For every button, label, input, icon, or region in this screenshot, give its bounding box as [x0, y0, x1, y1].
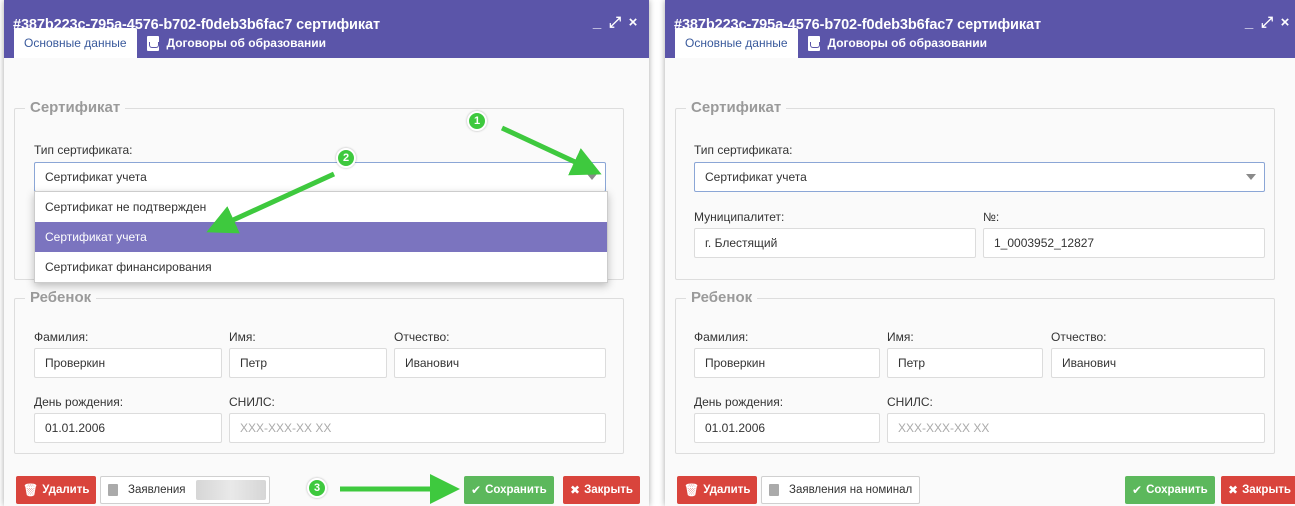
delete-button-label: Удалить: [703, 484, 751, 496]
certificate-type-select[interactable]: Сертификат учета: [34, 162, 606, 192]
municipality-input[interactable]: г. Блестящий: [694, 228, 976, 258]
window-controls: _ ⤢ ×: [591, 14, 639, 31]
certificate-window-right: #387b223c-795a-4576-b702-f0deb3b6fac7 се…: [665, 0, 1295, 506]
birthday-label: День рождения:: [34, 395, 124, 409]
certificate-type-select[interactable]: Сертификат учета: [694, 162, 1265, 192]
tab-contracts-label: Договоры об образовании: [827, 36, 988, 50]
surname-label: Фамилия:: [694, 330, 749, 344]
surname-input[interactable]: Проверкин: [34, 348, 222, 378]
caret-down-icon[interactable]: [1246, 174, 1256, 180]
check-icon: ✔: [471, 483, 482, 497]
window-body: Сертификат Тип сертификата: Сертификат у…: [665, 58, 1295, 506]
file-icon: [769, 484, 779, 496]
caret-down-icon[interactable]: [587, 174, 597, 180]
close-icon[interactable]: ×: [1279, 14, 1291, 31]
close-x-icon: ✖: [1228, 483, 1239, 497]
pdf-icon: [807, 35, 820, 51]
close-button-label: Закрыть: [584, 484, 633, 496]
certificate-legend: Сертификат: [686, 99, 787, 116]
patronymic-label: Отчество:: [394, 330, 450, 344]
window-body: Сертификат Тип сертификата: Сертификат у…: [4, 58, 649, 506]
certificate-legend: Сертификат: [25, 99, 126, 116]
applications-button-label: Заявления на номинал: [789, 484, 913, 496]
name-label: Имя:: [229, 330, 256, 344]
certificate-type-value: Сертификат учета: [705, 170, 807, 184]
save-button[interactable]: ✔ Сохранить: [1125, 476, 1215, 504]
window-footer: 🗑 Удалить Заявления на номинал ✔ Сохрани…: [665, 462, 1295, 506]
save-button-label: Сохранить: [1146, 484, 1208, 496]
name-input[interactable]: Петр: [229, 348, 387, 378]
blurred-region: [196, 480, 266, 500]
close-button[interactable]: ✖ Закрыть: [1221, 476, 1295, 504]
tab-main-data[interactable]: Основные данные: [675, 28, 798, 58]
file-icon: [108, 484, 118, 496]
close-button[interactable]: ✖ Закрыть: [563, 476, 640, 504]
birthday-input[interactable]: 01.01.2006: [34, 413, 222, 443]
tab-bar: Основные данные Договоры об образовании: [675, 28, 997, 58]
birthday-input[interactable]: 01.01.2006: [694, 413, 880, 443]
option-accounting[interactable]: Сертификат учета: [35, 222, 607, 252]
child-legend: Ребенок: [686, 289, 758, 306]
number-label: №:: [983, 210, 1000, 224]
certificate-type-dropdown: Сертификат не подтвержден Сертификат уче…: [34, 191, 608, 283]
tab-contracts[interactable]: Договоры об образовании: [137, 28, 337, 58]
save-button[interactable]: ✔ Сохранить: [464, 476, 554, 504]
delete-button[interactable]: 🗑 Удалить: [16, 476, 97, 504]
tab-main-data[interactable]: Основные данные: [14, 28, 137, 58]
minimize-icon[interactable]: _: [1243, 14, 1255, 31]
close-x-icon: ✖: [570, 483, 581, 497]
certificate-type-label: Тип сертификата:: [694, 143, 793, 157]
close-button-label: Закрыть: [1242, 484, 1291, 496]
municipality-label: Муниципалитет:: [694, 210, 785, 224]
patronymic-label: Отчество:: [1051, 330, 1107, 344]
window-titlebar: #387b223c-795a-4576-b702-f0deb3b6fac7 се…: [4, 0, 649, 58]
maximize-icon[interactable]: ⤢: [609, 14, 621, 31]
surname-input[interactable]: Проверкин: [694, 348, 880, 378]
number-input[interactable]: 1_0003952_12827: [983, 228, 1265, 258]
birthday-label: День рождения:: [694, 395, 784, 409]
applications-button[interactable]: Заявления: [100, 476, 270, 504]
check-icon: ✔: [1132, 483, 1143, 497]
applications-button-label: Заявления: [128, 484, 186, 496]
delete-button-label: Удалить: [42, 484, 90, 496]
snils-label: СНИЛС:: [887, 395, 933, 409]
window-titlebar: #387b223c-795a-4576-b702-f0deb3b6fac7 се…: [665, 0, 1295, 58]
certificate-type-value: Сертификат учета: [45, 170, 147, 184]
step-badge-3: 3: [307, 478, 327, 498]
option-financing[interactable]: Сертификат финансирования: [35, 252, 607, 282]
option-not-confirmed[interactable]: Сертификат не подтвержден: [35, 192, 607, 222]
snils-input[interactable]: XXX-XXX-XX XX: [229, 413, 606, 443]
surname-label: Фамилия:: [34, 330, 89, 344]
delete-button[interactable]: 🗑 Удалить: [677, 476, 758, 504]
step-badge-2: 2: [336, 148, 356, 168]
certificate-window-left: #387b223c-795a-4576-b702-f0deb3b6fac7 се…: [4, 0, 649, 506]
name-label: Имя:: [887, 330, 914, 344]
trash-icon: 🗑: [23, 483, 39, 497]
minimize-icon[interactable]: _: [591, 14, 603, 31]
patronymic-input[interactable]: Иванович: [1051, 348, 1265, 378]
save-button-label: Сохранить: [485, 484, 547, 496]
tab-contracts[interactable]: Договоры об образовании: [798, 28, 998, 58]
close-icon[interactable]: ×: [627, 14, 639, 31]
step-badge-1: 1: [467, 111, 487, 131]
tab-bar: Основные данные Договоры об образовании: [14, 28, 336, 58]
pdf-icon: [146, 35, 159, 51]
snils-input[interactable]: XXX-XXX-XX XX: [887, 413, 1265, 443]
tab-contracts-label: Договоры об образовании: [166, 36, 327, 50]
name-input[interactable]: Петр: [887, 348, 1043, 378]
snils-label: СНИЛС:: [229, 395, 275, 409]
maximize-icon[interactable]: ⤢: [1261, 14, 1273, 31]
applications-button[interactable]: Заявления на номинал: [761, 476, 921, 504]
certificate-type-label: Тип сертификата:: [34, 143, 133, 157]
patronymic-input[interactable]: Иванович: [394, 348, 606, 378]
trash-icon: 🗑: [684, 483, 700, 497]
child-legend: Ребенок: [25, 289, 97, 306]
window-controls: _ ⤢ ×: [1243, 14, 1291, 31]
